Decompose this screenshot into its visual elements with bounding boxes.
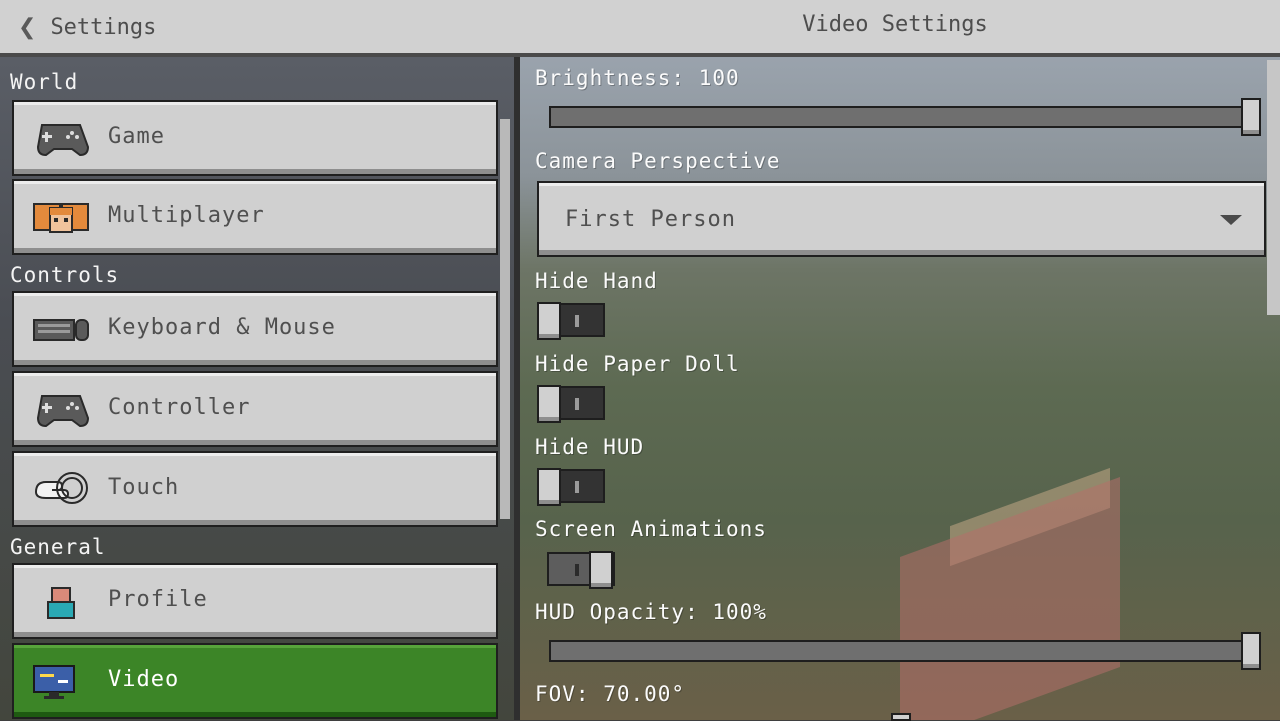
brightness-label: Brightness: 100 xyxy=(535,66,740,90)
fov-label: FOV: 70.00° xyxy=(535,682,686,706)
players-icon xyxy=(33,203,89,233)
sidebar-item-label: Game xyxy=(108,124,165,149)
sidebar-item-label: Profile xyxy=(108,587,208,612)
toggle-knob xyxy=(537,302,561,340)
toggle-knob xyxy=(537,468,561,506)
sidebar: World Game Multiplayer Controls Keyboard… xyxy=(0,57,514,720)
toggle-mark xyxy=(575,564,579,576)
controller-icon xyxy=(36,395,90,428)
toggle-knob xyxy=(589,551,613,589)
hide-hand-label: Hide Hand xyxy=(535,269,658,293)
brightness-slider[interactable] xyxy=(549,98,1261,136)
hide-paper-doll-toggle[interactable] xyxy=(537,385,605,423)
profile-icon xyxy=(47,587,75,619)
hide-hud-label: Hide HUD xyxy=(535,435,645,459)
sidebar-item-label: Video xyxy=(108,667,180,692)
toggle-mark xyxy=(575,481,579,493)
hud-opacity-slider-thumb[interactable] xyxy=(1241,632,1261,670)
camera-perspective-label: Camera Perspective xyxy=(535,149,781,173)
screen-animations-toggle[interactable] xyxy=(547,551,615,589)
touch-icon xyxy=(34,472,88,504)
sidebar-item-label: Keyboard & Mouse xyxy=(108,315,336,340)
section-title-controls: Controls xyxy=(10,263,120,287)
settings-scrollbar[interactable] xyxy=(1267,60,1280,315)
hud-opacity-slider[interactable] xyxy=(549,632,1261,670)
sidebar-scrollbar[interactable] xyxy=(500,119,510,519)
sidebar-item-label: Touch xyxy=(108,475,180,500)
sidebar-item-label: Multiplayer xyxy=(108,203,265,228)
chevron-left-icon: ❮ xyxy=(18,14,37,40)
toggle-knob xyxy=(537,385,561,423)
sidebar-item-touch[interactable]: Touch xyxy=(12,451,498,527)
camera-perspective-dropdown[interactable]: First Person xyxy=(537,181,1266,257)
monitor-icon xyxy=(33,665,75,699)
sidebar-item-profile[interactable]: Profile xyxy=(12,563,498,639)
top-bar: ❮ Settings Video Settings xyxy=(0,0,1280,57)
screen-animations-label: Screen Animations xyxy=(535,517,767,541)
brightness-slider-thumb[interactable] xyxy=(1241,98,1261,136)
toggle-mark xyxy=(575,398,579,410)
section-title-world: World xyxy=(10,70,79,94)
camera-perspective-value: First Person xyxy=(565,207,736,232)
controller-icon xyxy=(36,124,90,157)
section-title-general: General xyxy=(10,535,106,559)
hide-hud-toggle[interactable] xyxy=(537,468,605,506)
sidebar-item-label: Controller xyxy=(108,395,251,420)
back-button[interactable]: ❮ Settings xyxy=(18,10,156,44)
sidebar-item-multiplayer[interactable]: Multiplayer xyxy=(12,179,498,255)
caret-down-icon xyxy=(1220,215,1242,225)
hud-opacity-label: HUD Opacity: 100% xyxy=(535,600,767,624)
sidebar-item-keyboard-mouse[interactable]: Keyboard & Mouse xyxy=(12,291,498,367)
sidebar-item-video[interactable]: Video xyxy=(12,643,498,719)
hide-hand-toggle[interactable] xyxy=(537,302,605,340)
hide-paper-doll-label: Hide Paper Doll xyxy=(535,352,740,376)
sidebar-item-game[interactable]: Game xyxy=(12,100,498,176)
fov-slider[interactable] xyxy=(549,713,1261,721)
back-label: Settings xyxy=(50,14,157,40)
keyboard-icon xyxy=(33,319,89,341)
sidebar-item-controller[interactable]: Controller xyxy=(12,371,498,447)
page-title: Video Settings xyxy=(802,12,988,37)
toggle-mark xyxy=(575,315,579,327)
